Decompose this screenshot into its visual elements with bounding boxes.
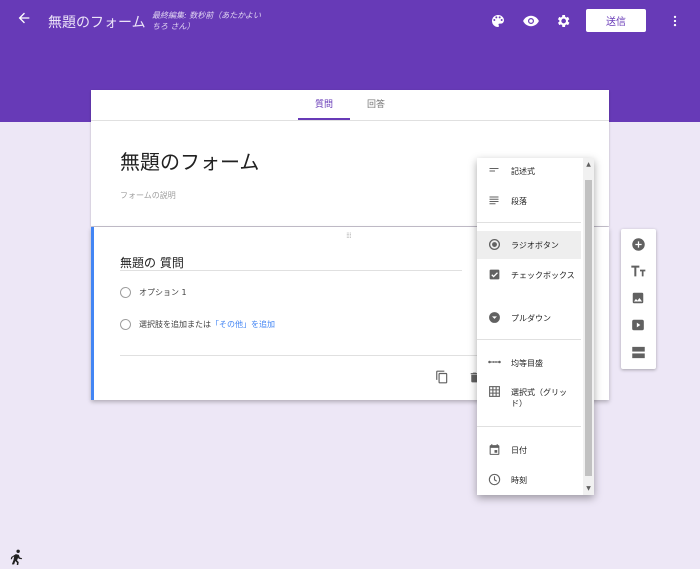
send-button[interactable]: 送信	[586, 9, 646, 32]
grid-icon	[477, 385, 511, 398]
menu-item-date[interactable]: 日付	[477, 443, 581, 456]
menu-item-linear-scale[interactable]: 均等目盛	[477, 356, 581, 369]
add-title-icon[interactable]	[627, 260, 649, 282]
or-text: または	[187, 320, 211, 329]
menu-item-radio[interactable]: ラジオボタン	[477, 231, 581, 259]
menu-item-time[interactable]: 時刻	[477, 473, 581, 486]
menu-divider	[477, 426, 581, 427]
side-toolbar	[621, 229, 656, 369]
drag-handle-icon[interactable]: ⁞⁞⁞	[346, 231, 352, 240]
add-option-link[interactable]: 選択肢を追加	[139, 319, 187, 330]
menu-item-label: ラジオボタン	[511, 241, 559, 250]
linear-scale-icon	[477, 356, 511, 368]
scroll-down-arrow-icon[interactable]: ▼	[584, 484, 593, 493]
eye-icon[interactable]	[520, 10, 542, 32]
menu-item-label: チェックボックス	[511, 271, 575, 280]
menu-item-grid[interactable]: 選択式（グリッド）	[477, 385, 581, 409]
add-video-icon[interactable]	[627, 314, 649, 336]
more-vert-icon[interactable]	[664, 10, 686, 32]
tab-responses[interactable]: 回答	[350, 90, 402, 120]
tab-questions[interactable]: 質問	[298, 90, 350, 120]
menu-item-checkbox[interactable]: チェックボックス	[477, 268, 581, 281]
add-question-icon[interactable]	[627, 233, 649, 255]
short-text-icon	[477, 164, 511, 176]
menu-divider	[477, 339, 581, 340]
duplicate-icon[interactable]	[432, 367, 452, 387]
back-arrow-icon[interactable]	[12, 10, 36, 34]
tab-bar: 質問 回答	[91, 90, 609, 121]
menu-divider	[477, 222, 581, 223]
menu-item-label: プルダウン	[511, 314, 551, 323]
runner-icon	[10, 549, 24, 566]
add-image-icon[interactable]	[627, 287, 649, 309]
add-option-row: 選択肢を追加 または 「その他」を追加	[120, 319, 275, 330]
checkbox-icon	[477, 268, 511, 281]
last-edit-text: 最終編集: 数秒前（あたかよいちろ さん）	[152, 11, 261, 31]
paragraph-icon	[477, 194, 511, 206]
menu-item-short-text[interactable]: 記述式	[477, 164, 581, 177]
add-section-icon[interactable]	[627, 341, 649, 363]
question-title-field[interactable]: 無題の 質問	[120, 254, 462, 271]
palette-icon[interactable]	[487, 10, 509, 32]
option-row: オプション 1	[120, 287, 187, 298]
calendar-icon	[477, 443, 511, 456]
menu-item-paragraph[interactable]: 段落	[477, 194, 581, 207]
menu-scrollbar-thumb[interactable]	[585, 180, 592, 476]
question-type-menu: 記述式 段落 ラジオボタン チェックボックス プルダウン 均等目盛 選択式（グリ…	[477, 158, 594, 495]
menu-item-label: 時刻	[511, 476, 527, 485]
dropdown-icon	[477, 311, 511, 324]
clock-icon	[477, 473, 511, 486]
form-title-field[interactable]: 無題のフォーム	[120, 146, 259, 175]
menu-item-label: 選択式（グリッド）	[511, 388, 567, 408]
menu-item-label: 日付	[511, 446, 527, 455]
menu-item-dropdown[interactable]: プルダウン	[477, 311, 581, 324]
gear-icon[interactable]	[552, 10, 574, 32]
form-title[interactable]: 無題のフォーム	[48, 12, 146, 32]
menu-item-label: 記述式	[511, 167, 535, 176]
menu-item-label: 均等目盛	[511, 359, 543, 368]
radio-circle-icon	[120, 287, 131, 298]
form-description-field[interactable]: フォームの説明	[120, 190, 176, 201]
option-label[interactable]: オプション 1	[139, 287, 187, 298]
add-other-link[interactable]: 「その他」を追加	[211, 319, 275, 330]
menu-item-label: 段落	[511, 197, 527, 206]
radio-circle-icon	[120, 319, 131, 330]
radio-button-icon	[477, 238, 511, 251]
scroll-up-arrow-icon[interactable]: ▲	[584, 160, 593, 169]
